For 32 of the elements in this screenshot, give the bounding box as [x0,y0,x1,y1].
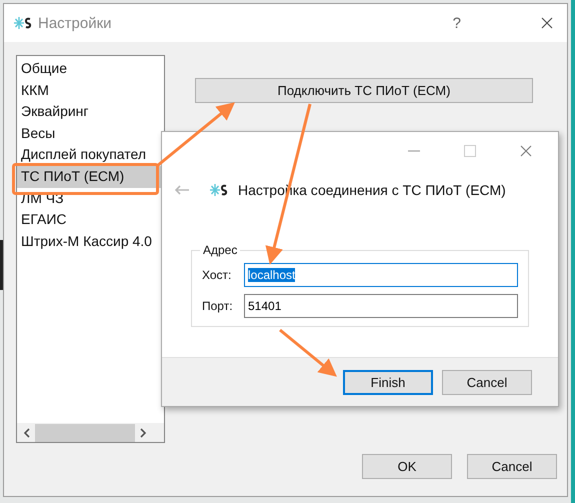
back-arrow-icon[interactable] [174,185,190,195]
annotation-arrow [279,328,337,377]
background-window [0,240,3,290]
logo-icon [210,183,228,197]
list-item[interactable]: ЕГАИС [17,209,164,231]
close-icon[interactable] [520,145,532,157]
scroll-thumb[interactable] [35,424,135,442]
input-field[interactable]: 51401 [244,294,518,318]
list-item[interactable]: Дисплей покупател [17,144,164,166]
list-item[interactable]: Эквайринг [17,101,164,123]
scroll-right-icon[interactable] [139,428,147,438]
dialog-button[interactable]: Finish [343,370,433,394]
help-button[interactable]: ? [452,14,461,32]
list-item[interactable]: ККМ [17,80,164,102]
dialog-button[interactable]: Cancel [442,370,532,394]
list-item[interactable]: Весы [17,122,164,144]
maximize-icon[interactable] [464,145,476,157]
horizontal-scrollbar[interactable] [17,423,164,442]
logo-icon [14,16,32,30]
dialog-button[interactable]: Cancel [467,454,557,479]
field-label: Хост: [202,268,232,282]
window-title: Настройки [38,14,113,32]
connect-button[interactable]: Подключить ТС ПИоТ (ЕСМ) [195,78,533,103]
dialog-button[interactable]: OK [362,454,452,479]
input-field[interactable]: localhost [244,263,518,287]
close-icon[interactable] [541,17,553,29]
field-label: Порт: [202,299,234,313]
group-label: Адрес [200,243,240,257]
list-item[interactable]: ТС ПИоТ (ЕСМ) [17,166,164,188]
list-item[interactable]: Штрих-М Кассир 4.0 [17,230,164,252]
list-item[interactable]: Общие [17,58,164,80]
scroll-left-icon[interactable] [23,428,31,438]
